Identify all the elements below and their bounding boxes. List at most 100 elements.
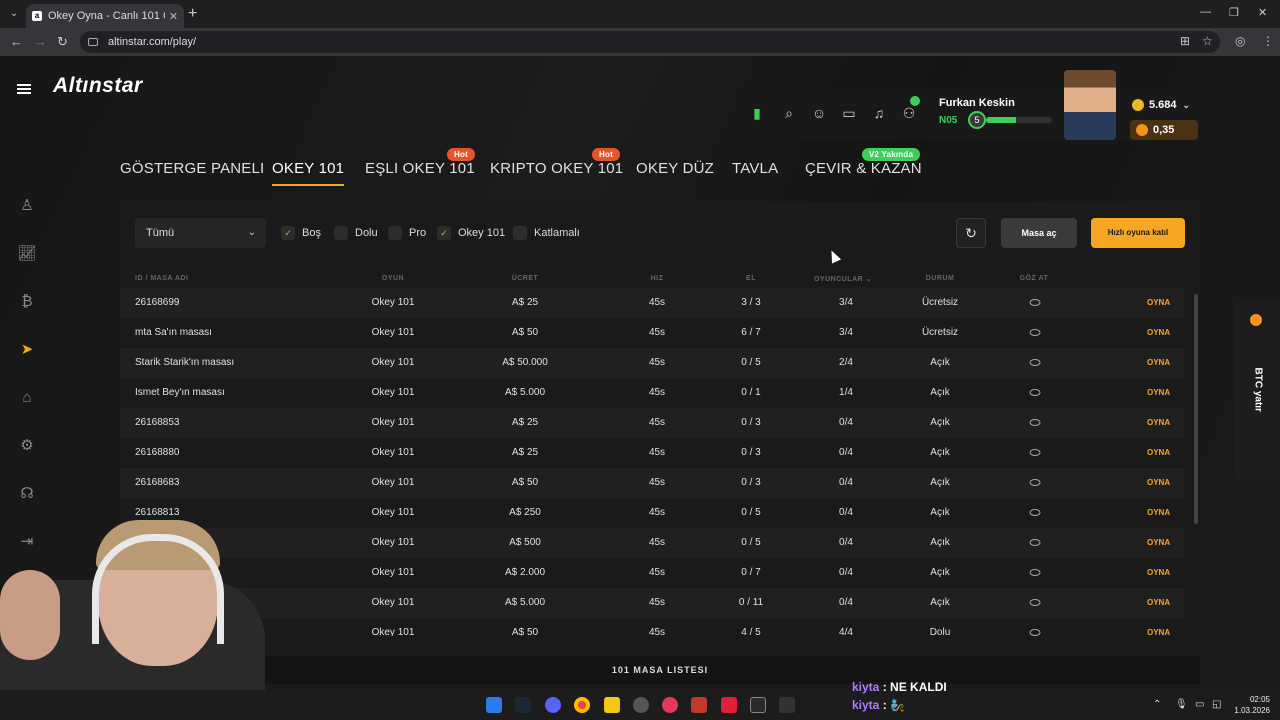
wallet-icon[interactable]: ⚇ [900, 104, 918, 122]
tab-esli-okey-101[interactable]: EŞLI OKEY 101 Hot [365, 148, 475, 177]
table-row[interactable]: Okey 101 A$ 500 45s 0 / 5 0/4 Açık OYNA [120, 528, 1184, 558]
tray-chevron-icon[interactable]: ⌃ [1153, 699, 1161, 710]
play-button[interactable]: OYNA [1147, 538, 1170, 547]
btc-deposit-tab[interactable]: BTC yatır [1234, 300, 1280, 480]
eye-icon[interactable] [1029, 299, 1041, 306]
maximize-icon[interactable]: ❐ [1229, 6, 1239, 19]
col-hand[interactable]: EL [746, 275, 756, 282]
table-row[interactable]: Okey 101 A$ 5.000 45s 0 / 11 0/4 Açık OYNA [120, 588, 1184, 618]
eye-icon[interactable] [1029, 449, 1041, 456]
chat-icon[interactable]: ▭ [840, 104, 858, 122]
chevron-down-icon[interactable]: ⌄ [1183, 100, 1191, 111]
username[interactable]: Furkan Keskin [939, 97, 1015, 109]
refresh-icon[interactable]: ↻ [956, 218, 986, 248]
eye-icon[interactable] [1029, 539, 1041, 546]
col-game[interactable]: OYUN [382, 275, 404, 282]
site-logo[interactable]: Altınstar [53, 74, 143, 98]
table-row[interactable]: 26168699 Okey 101 A$ 25 45s 3 / 3 3/4 Ücretsiz… [120, 288, 1184, 318]
table-row[interactable]: 26168853 Okey 101 A$ 25 45s 0 / 3 0/4 Açık OYNA [120, 408, 1184, 438]
tag-nav-icon[interactable]: ⌂ [17, 388, 37, 408]
app-icon[interactable] [779, 697, 795, 713]
table-scrollbar[interactable] [1194, 294, 1198, 524]
tab-tavla[interactable]: TAVLA [732, 160, 778, 177]
col-players[interactable]: OYUNCULAR ⌄ [814, 275, 872, 283]
table-row[interactable]: 26168813 Okey 101 A$ 250 45s 0 / 5 0/4 Açık OYN… [120, 498, 1184, 528]
avatar[interactable] [1064, 70, 1116, 140]
bitcoin-nav-icon[interactable]: ₿ [17, 292, 37, 312]
game-type-select[interactable]: Tümü ⌄ [135, 218, 266, 248]
eye-icon[interactable] [1029, 359, 1041, 366]
play-button[interactable]: OYNA [1147, 628, 1170, 636]
back-icon[interactable]: ← [10, 34, 23, 49]
send-nav-icon[interactable]: ➤ [17, 340, 37, 360]
new-tab-icon[interactable]: + [188, 5, 197, 23]
checkbox-checked-icon[interactable]: ✓ [437, 226, 451, 240]
table-row[interactable]: mta Sa'ın masası Okey 101 A$ 50 45s 6 / 7 3/4… [120, 318, 1184, 348]
obs-icon[interactable] [633, 697, 649, 713]
play-button[interactable]: OYNA [1147, 478, 1170, 487]
filter-dolu[interactable]: Dolu [334, 226, 378, 240]
play-button[interactable]: OYNA [1147, 388, 1170, 397]
friends-icon[interactable]: ☺ [810, 104, 828, 122]
epic-games-icon[interactable] [750, 697, 766, 713]
table-row[interactable]: Starik Starik'ın masası Okey 101 A$ 50.000… [120, 348, 1184, 378]
support-headset-icon[interactable]: ☊ [17, 484, 37, 504]
address-bar[interactable]: altinstar.com/play/ [80, 31, 1220, 53]
col-id[interactable]: ID / MASA ADI [135, 275, 188, 282]
eye-icon[interactable] [1029, 479, 1041, 486]
play-button[interactable]: OYNA [1147, 358, 1170, 367]
site-info-icon[interactable] [88, 38, 98, 46]
eye-icon[interactable] [1029, 329, 1041, 336]
profile-icon[interactable]: ◎ [1235, 34, 1245, 48]
play-button[interactable]: OYNA [1147, 298, 1170, 307]
col-fee[interactable]: ÜCRET [512, 275, 539, 282]
system-clock[interactable]: 02:05 1.03.2026 [1230, 694, 1270, 716]
start-icon[interactable] [486, 697, 502, 713]
music-icon[interactable]: ♫ [870, 104, 888, 122]
table-row[interactable]: Okey 101 A$ 50 45s 4 / 5 4/4 Dolu OYNA [120, 618, 1184, 636]
play-button[interactable]: OYNA [1147, 328, 1170, 337]
table-row[interactable]: 26168683 Okey 101 A$ 50 45s 0 / 3 0/4 Açık OYNA [120, 468, 1184, 498]
tab-okey-101[interactable]: OKEY 101 [272, 160, 345, 186]
microphone-icon[interactable]: 🎙︎ [1175, 699, 1188, 710]
col-status[interactable]: DURUM [926, 275, 955, 282]
table-row[interactable]: Okey 101 A$ 2.000 45s 0 / 7 0/4 Açık OYNA [120, 558, 1184, 588]
quick-join-button[interactable]: Hızlı oyuna katıl [1091, 218, 1185, 248]
steam-icon[interactable] [515, 697, 531, 713]
close-tab-icon[interactable]: ✕ [169, 10, 178, 23]
settings-sliders-icon[interactable]: ⚙ [17, 436, 37, 456]
filter-katlamali[interactable]: Katlamalı [513, 226, 580, 240]
profile-nav-icon[interactable]: ♙ [17, 196, 37, 216]
browser-tab[interactable]: a Okey Oyna - Canlı 101 Okey ve ✕ [26, 4, 184, 28]
play-button[interactable]: OYNA [1147, 508, 1170, 517]
display-icon[interactable]: ▭ [1195, 699, 1204, 710]
menu-icon[interactable] [17, 84, 31, 94]
tab-dashboard[interactable]: GÖSTERGE PANELI [120, 160, 264, 177]
checkbox-icon[interactable] [513, 226, 527, 240]
filter-bos[interactable]: ✓ Boş [281, 226, 321, 240]
play-button[interactable]: OYNA [1147, 448, 1170, 457]
forward-icon[interactable]: → [34, 34, 47, 49]
media-player-icon[interactable] [662, 697, 678, 713]
eye-icon[interactable] [1029, 629, 1041, 636]
translate-icon[interactable]: ⊞ [1180, 34, 1190, 48]
app-icon[interactable] [721, 697, 737, 713]
tab-okey-duz[interactable]: OKEY DÜZ [636, 160, 714, 177]
table-row[interactable]: 26168880 Okey 101 A$ 25 45s 0 / 3 0/4 Açık OYNA [120, 438, 1184, 468]
search-icon[interactable]: ⌕ [780, 104, 798, 122]
tab-cevir-kazan[interactable]: ÇEVIR & KAZAN V2 Yakında [805, 148, 922, 177]
play-button[interactable]: OYNA [1147, 598, 1170, 607]
stats-nav-icon[interactable]: 📈︎ [17, 244, 37, 264]
filter-pro[interactable]: Pro [388, 226, 426, 240]
eye-icon[interactable] [1029, 389, 1041, 396]
coin-balance[interactable]: 5.684 ⌄ [1132, 99, 1190, 111]
open-table-button[interactable]: Masa aç [1001, 218, 1077, 248]
close-window-icon[interactable]: ✕ [1258, 6, 1267, 19]
eye-icon[interactable] [1029, 419, 1041, 426]
checkbox-icon[interactable] [334, 226, 348, 240]
file-explorer-icon[interactable] [604, 697, 620, 713]
eye-icon[interactable] [1029, 509, 1041, 516]
filter-okey-101[interactable]: ✓ Okey 101 [437, 226, 505, 240]
eye-icon[interactable] [1029, 599, 1041, 606]
col-speed[interactable]: HIZ [651, 275, 664, 282]
